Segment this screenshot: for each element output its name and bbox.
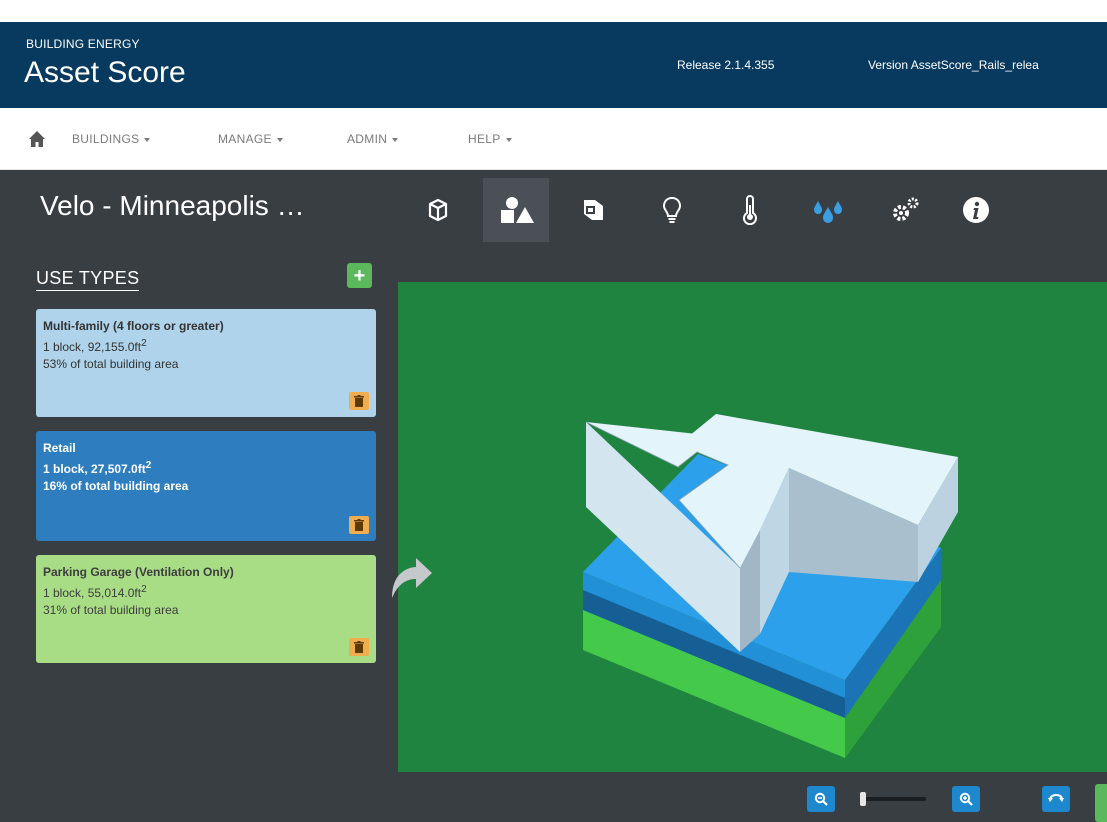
use-type-card-parking[interactable]: Parking Garage (Ventilation Only) 1 bloc… [36,555,376,663]
use-type-card-retail[interactable]: Retail 1 block, 27,507.0ft2 16% of total… [36,431,376,541]
tab-lighting[interactable] [639,178,705,242]
info-icon [963,197,989,223]
caret-down-icon [144,137,151,142]
use-type-blocks: 1 block, 92,155.0ft2 [43,335,369,356]
caret-down-icon [505,137,512,142]
app-header: BUILDING ENERGY Asset Score Release 2.1.… [0,22,1107,108]
zoom-slider[interactable] [858,792,928,806]
rotate-icon [1048,793,1064,802]
trash-icon [354,395,364,407]
zoom-out-icon [814,792,828,806]
zoom-in-icon [959,792,973,806]
use-type-name: Multi-family (4 floors or greater) [43,319,224,333]
zoom-out-button[interactable] [807,786,835,812]
use-type-blocks-text: 1 block, 92,155.0ft [43,340,142,354]
use-type-name: Parking Garage (Ventilation Only) [43,565,234,579]
3d-viewport[interactable] [398,282,1107,772]
nav-manage-label: MANAGE [218,132,272,146]
nav-admin[interactable]: ADMIN [347,132,399,146]
use-types-heading: USE TYPES [36,268,140,291]
collapse-panel-arrow-icon[interactable] [388,552,434,602]
tab-info[interactable] [943,178,1009,242]
delete-button[interactable] [349,392,369,410]
building-model [583,414,958,758]
unit-superscript: 2 [141,338,147,349]
use-type-blocks-text: 1 block, 27,507.0ft [43,462,146,476]
tab-hvac[interactable] [717,178,783,242]
delete-button[interactable] [349,638,369,656]
use-type-share: 16% of total building area [43,479,189,493]
tab-water[interactable] [795,178,861,242]
viewport-controls [398,772,1107,822]
nav-buildings[interactable]: BUILDINGS [72,132,151,146]
nav-buildings-label: BUILDINGS [72,132,140,146]
rotate-view-button[interactable] [1042,786,1070,812]
main-nav: BUILDINGS MANAGE ADMIN HELP [0,108,1107,170]
cube-icon [428,198,448,222]
add-use-type-button[interactable]: + [347,263,372,288]
brand-title[interactable]: Asset Score [24,56,186,90]
tab-use-types[interactable] [483,178,549,242]
water-drops-icon [814,201,842,223]
use-type-name: Retail [43,441,76,455]
building-toolbar: Velo - Minneapolis … [0,170,1107,242]
use-type-card-multifamily[interactable]: Multi-family (4 floors or greater) 1 blo… [36,309,376,417]
top-margin [0,0,1107,22]
view-mode-button[interactable] [1095,784,1107,822]
caret-down-icon [392,137,399,142]
gears-icon [893,197,919,221]
trash-icon [354,519,364,531]
zoom-in-button[interactable] [952,786,980,812]
shapes-icon [501,197,534,223]
nav-manage[interactable]: MANAGE [218,132,283,146]
tab-envelope[interactable] [561,178,627,242]
thermometer-icon [743,195,757,225]
nav-help-label: HELP [468,132,501,146]
delete-button[interactable] [349,516,369,534]
use-type-blocks: 1 block, 27,507.0ft2 [43,457,369,478]
use-type-blocks: 1 block, 55,014.0ft2 [43,581,369,602]
home-icon[interactable] [28,130,46,148]
trash-icon [354,641,364,653]
use-type-share: 31% of total building area [43,603,179,617]
use-type-share: 53% of total building area [43,357,179,371]
lightbulb-icon [662,196,682,223]
unit-superscript: 2 [145,460,152,471]
brand-subtitle: BUILDING ENERGY [26,37,140,51]
use-types-panel: USE TYPES + Multi-family (4 floors or gr… [0,242,398,822]
caret-down-icon [276,137,283,142]
envelope-icon [584,200,603,220]
building-title: Velo - Minneapolis … [40,190,305,221]
release-label: Release 2.1.4.355 [677,58,775,72]
version-label: Version AssetScore_Rails_relea [868,58,1039,72]
nav-help[interactable]: HELP [468,132,512,146]
nav-admin-label: ADMIN [347,132,388,146]
viewport-header [398,242,1107,282]
unit-superscript: 2 [141,584,147,595]
tab-systems[interactable] [873,178,939,242]
tab-geometry[interactable] [405,178,471,242]
use-type-blocks-text: 1 block, 55,014.0ft [43,586,142,600]
